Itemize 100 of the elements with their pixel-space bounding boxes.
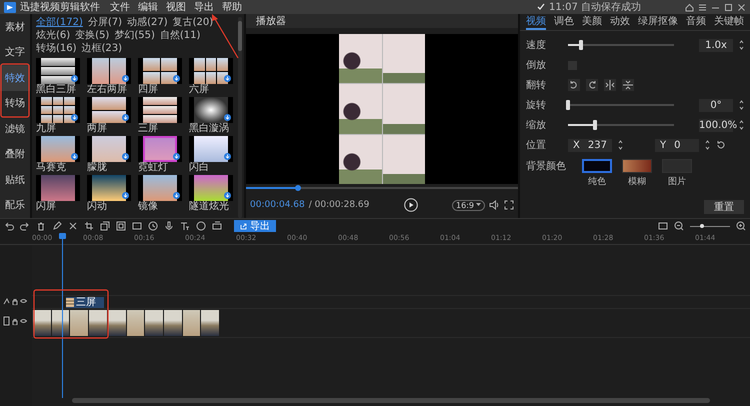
- menu-item[interactable]: 帮助: [222, 0, 242, 14]
- scissors-icon[interactable]: [68, 221, 78, 231]
- maximize-icon[interactable]: [724, 2, 733, 12]
- effect-thumbnail[interactable]: [87, 136, 131, 162]
- menu-item[interactable]: 文件: [110, 0, 130, 14]
- category-tab[interactable]: 变换(5): [75, 30, 110, 42]
- reset-icon[interactable]: [716, 140, 726, 150]
- effect-thumbnail[interactable]: [138, 97, 182, 123]
- background-swatch[interactable]: [622, 159, 652, 173]
- category-tab[interactable]: 梦幻(55): [114, 30, 155, 42]
- property-tab[interactable]: 美颜: [582, 14, 602, 30]
- property-tab[interactable]: 关键帧: [714, 14, 744, 30]
- position-y-field[interactable]: Y 0: [655, 138, 699, 152]
- home-icon[interactable]: [685, 2, 694, 12]
- spinner-icon[interactable]: [705, 139, 710, 151]
- layers-icon[interactable]: [100, 221, 110, 231]
- property-tab[interactable]: 动效: [610, 14, 630, 30]
- edit-icon[interactable]: [52, 221, 62, 231]
- nav-item[interactable]: 转场: [0, 90, 30, 116]
- effect-thumbnail[interactable]: [138, 58, 182, 84]
- close-icon[interactable]: [737, 2, 746, 12]
- flip-vertical-icon[interactable]: [622, 79, 634, 91]
- effect-thumbnail[interactable]: [138, 136, 182, 162]
- spinner-icon[interactable]: [618, 139, 623, 151]
- effect-thumbnail[interactable]: [189, 97, 233, 123]
- text-icon[interactable]: [180, 221, 190, 231]
- category-tab[interactable]: 动感(27): [127, 17, 168, 29]
- zoom-out-icon[interactable]: [674, 221, 684, 231]
- lock-icon[interactable]: [12, 298, 18, 304]
- video-clips-drawing[interactable]: [33, 310, 219, 336]
- background-swatch[interactable]: [582, 159, 612, 173]
- effect-thumbnail[interactable]: [36, 97, 80, 123]
- property-tab[interactable]: 绿屏抠像: [638, 14, 678, 30]
- menu-item[interactable]: 视图: [166, 0, 186, 14]
- property-tab[interactable]: 调色: [554, 14, 574, 30]
- nav-item[interactable]: 滤镜: [0, 116, 30, 142]
- zoom-slider-thumb[interactable]: [700, 224, 704, 228]
- property-tab[interactable]: 音频: [686, 14, 706, 30]
- clock-icon[interactable]: [148, 221, 158, 231]
- frame-icon[interactable]: [132, 221, 142, 231]
- effect-thumbnail[interactable]: [36, 58, 80, 84]
- rotate-right-icon[interactable]: [586, 79, 598, 91]
- category-tab[interactable]: 自然(11): [160, 30, 200, 42]
- nav-item[interactable]: 配乐: [0, 192, 30, 218]
- position-x-field[interactable]: X 237: [568, 138, 612, 152]
- slider-thumb[interactable]: [578, 40, 583, 50]
- nav-item[interactable]: 贴纸: [0, 167, 30, 192]
- effect-thumbnail[interactable]: [36, 175, 80, 201]
- progress-thumb[interactable]: [294, 185, 301, 191]
- effect-thumbnail[interactable]: [87, 175, 131, 201]
- spinner-icon[interactable]: [739, 99, 744, 111]
- value-field[interactable]: 1.0x: [699, 38, 733, 52]
- volume-icon[interactable]: [489, 200, 500, 210]
- spinner-icon[interactable]: [739, 119, 744, 131]
- menu-item[interactable]: 编辑: [138, 0, 158, 14]
- category-tab[interactable]: 转场(16): [36, 43, 77, 55]
- effect-clip[interactable]: 三屏: [66, 296, 104, 308]
- nav-item[interactable]: 叠附: [0, 142, 30, 167]
- redo-icon[interactable]: [20, 221, 30, 231]
- slider-thumb[interactable]: [566, 100, 570, 110]
- property-label: 翻转: [526, 78, 547, 92]
- aspect-ratio-dropdown[interactable]: 16:9: [452, 200, 485, 210]
- flip-horizontal-icon[interactable]: [604, 79, 616, 91]
- effect-thumbnail[interactable]: [87, 97, 131, 123]
- effect-label: 左右两屏: [87, 84, 127, 95]
- horizontal-scrollbar[interactable]: [72, 398, 710, 403]
- mic-icon[interactable]: [164, 221, 174, 231]
- play-button-icon[interactable]: [404, 198, 418, 212]
- fullscreen-icon[interactable]: [504, 200, 514, 210]
- effect-thumbnail[interactable]: [138, 175, 182, 201]
- category-tab[interactable]: 分屏(7): [88, 17, 122, 29]
- effect-thumbnail[interactable]: [189, 175, 233, 201]
- category-tab[interactable]: 炫光(6): [36, 30, 70, 42]
- fit-icon[interactable]: [658, 221, 668, 231]
- lock-icon[interactable]: [12, 318, 18, 324]
- category-tab[interactable]: 边框(23): [82, 43, 122, 55]
- menu-item[interactable]: 导出: [194, 0, 214, 14]
- crop-icon[interactable]: [84, 221, 94, 231]
- undo-icon[interactable]: [4, 221, 14, 231]
- property-tab[interactable]: 视频: [526, 14, 546, 30]
- zoom-in-icon[interactable]: [736, 221, 746, 231]
- effect-thumbnail[interactable]: [87, 58, 131, 84]
- nav-item[interactable]: 文字: [0, 40, 30, 65]
- nav-item[interactable]: 特效: [0, 65, 30, 90]
- category-tab[interactable]: 全部(172): [36, 17, 83, 29]
- effect-thumbnail[interactable]: [189, 58, 233, 84]
- nav-item[interactable]: 素材: [0, 14, 30, 40]
- delete-icon[interactable]: [36, 221, 46, 231]
- reset-button[interactable]: 重置: [704, 200, 744, 214]
- effect-thumbnail[interactable]: [36, 136, 80, 162]
- export-button[interactable]: 导出: [234, 220, 276, 232]
- spinner-icon[interactable]: [739, 39, 744, 51]
- rotate-left-icon[interactable]: [568, 79, 580, 91]
- eye-icon[interactable]: [20, 318, 27, 324]
- value-field[interactable]: 0°: [699, 98, 733, 112]
- slider-thumb[interactable]: [592, 120, 596, 130]
- effect-thumbnail[interactable]: [189, 136, 233, 162]
- category-tab[interactable]: 复古(20): [172, 17, 214, 29]
- menu-icon[interactable]: [698, 2, 707, 12]
- eye-icon[interactable]: [20, 298, 27, 304]
